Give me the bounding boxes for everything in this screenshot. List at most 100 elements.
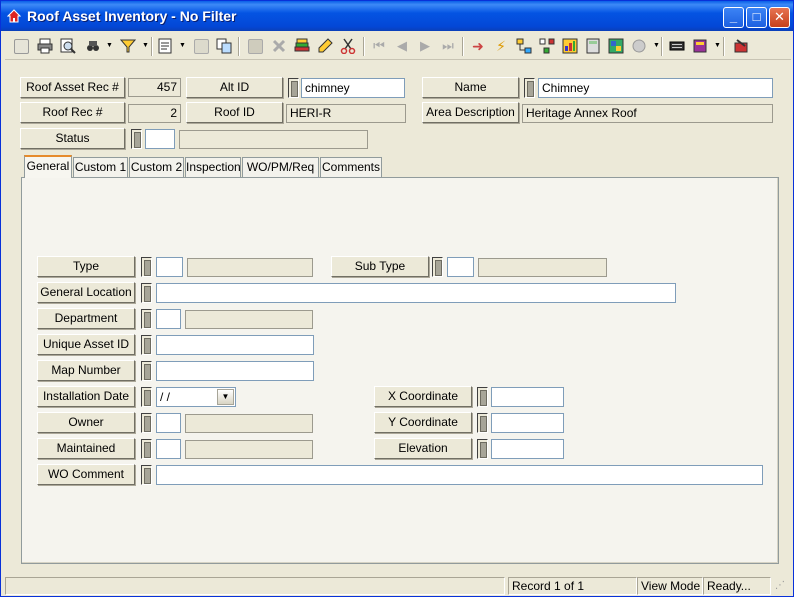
unique-asset-id-input[interactable] xyxy=(156,335,314,355)
tab-comments[interactable]: Comments xyxy=(320,157,382,177)
lightning-icon[interactable]: ⚡ xyxy=(491,36,511,56)
department-button[interactable]: Department xyxy=(37,308,135,329)
roof-asset-rec-button[interactable]: Roof Asset Rec # xyxy=(20,77,125,98)
status-button[interactable]: Status xyxy=(20,128,125,149)
chevron-down-icon[interactable]: ▼ xyxy=(217,389,234,405)
next-record-icon[interactable]: ▶ xyxy=(415,36,435,56)
books-icon[interactable] xyxy=(292,36,312,56)
status-indicator[interactable] xyxy=(131,129,142,149)
owner-indicator[interactable] xyxy=(141,413,152,433)
help-book-icon[interactable] xyxy=(690,36,710,56)
help-dropdown-icon[interactable]: ▼ xyxy=(714,42,721,49)
tab-custom-2[interactable]: Custom 2 xyxy=(129,157,184,177)
roof-rec-button[interactable]: Roof Rec # xyxy=(20,102,125,123)
x-coordinate-input[interactable] xyxy=(491,387,564,407)
department-code-input[interactable] xyxy=(156,309,181,329)
find-dropdown-icon[interactable]: ▼ xyxy=(106,42,113,49)
maintained-button[interactable]: Maintained xyxy=(37,438,135,459)
tab-inspection[interactable]: Inspection xyxy=(185,157,241,177)
copy-disabled-icon[interactable] xyxy=(191,36,211,56)
filter-icon[interactable] xyxy=(118,36,138,56)
save-disabled-icon[interactable] xyxy=(245,36,265,56)
x-coordinate-indicator[interactable] xyxy=(477,387,488,407)
map-icon[interactable] xyxy=(606,36,626,56)
cancel-disabled-icon[interactable] xyxy=(269,36,289,56)
title-bar[interactable]: Roof Asset Inventory - No Filter _ □ ✕ xyxy=(1,1,793,31)
minimize-button[interactable]: _ xyxy=(723,7,744,28)
y-coordinate-input[interactable] xyxy=(491,413,564,433)
type-indicator[interactable] xyxy=(141,257,152,277)
print-preview-icon[interactable] xyxy=(58,36,78,56)
owner-button[interactable]: Owner xyxy=(37,412,135,433)
unique-asset-id-button[interactable]: Unique Asset ID xyxy=(37,334,135,355)
installation-date-picker[interactable]: / / ▼ xyxy=(156,387,236,407)
exit-icon[interactable] xyxy=(731,36,751,56)
general-location-indicator[interactable] xyxy=(141,283,152,303)
resize-grip-icon[interactable]: ⋰ xyxy=(775,580,789,594)
find-icon[interactable] xyxy=(83,36,103,56)
name-button[interactable]: Name xyxy=(422,77,519,98)
report-dropdown-icon[interactable]: ▼ xyxy=(179,42,186,49)
y-coordinate-indicator[interactable] xyxy=(477,413,488,433)
unique-asset-id-indicator[interactable] xyxy=(141,335,152,355)
duplicate-icon[interactable] xyxy=(214,36,234,56)
type-code-input[interactable] xyxy=(156,257,183,277)
owner-code-input[interactable] xyxy=(156,413,181,433)
wo-comment-indicator[interactable] xyxy=(141,465,152,485)
cut-icon[interactable] xyxy=(338,36,358,56)
map-number-input[interactable] xyxy=(156,361,314,381)
area-description-value: Heritage Annex Roof xyxy=(522,104,773,123)
report-icon[interactable] xyxy=(155,36,175,56)
tab-wo-pm-req[interactable]: WO/PM/Req xyxy=(242,157,319,177)
owner-description xyxy=(185,414,313,433)
tree-icon[interactable] xyxy=(537,36,557,56)
installation-date-indicator[interactable] xyxy=(141,387,152,407)
map-number-button[interactable]: Map Number xyxy=(37,360,135,381)
sub-type-indicator[interactable] xyxy=(432,257,443,277)
type-button[interactable]: Type xyxy=(37,256,135,277)
name-input[interactable]: Chimney xyxy=(538,78,773,98)
y-coordinate-button[interactable]: Y Coordinate xyxy=(374,412,472,433)
alt-id-input[interactable]: chimney xyxy=(301,78,405,98)
keyboard-icon[interactable] xyxy=(667,36,687,56)
alt-id-button[interactable]: Alt ID xyxy=(186,77,283,98)
globe-disabled-icon[interactable] xyxy=(629,36,649,56)
print-icon[interactable] xyxy=(35,36,55,56)
maintained-indicator[interactable] xyxy=(141,439,152,459)
chart-icon[interactable] xyxy=(560,36,580,56)
department-indicator[interactable] xyxy=(141,309,152,329)
name-indicator[interactable] xyxy=(524,78,535,98)
general-location-input[interactable] xyxy=(156,283,676,303)
maintained-code-input[interactable] xyxy=(156,439,181,459)
sub-type-button[interactable]: Sub Type xyxy=(331,256,429,277)
calculator-icon[interactable] xyxy=(583,36,603,56)
elevation-indicator[interactable] xyxy=(477,439,488,459)
hierarchy-icon[interactable] xyxy=(514,36,534,56)
wo-comment-input[interactable] xyxy=(156,465,763,485)
toolbar: ▼ ▼ ▼ ⏮ ◀ ▶ ⏭ ➜ ⚡ ▼ ▼ xyxy=(5,34,791,60)
installation-date-button[interactable]: Installation Date xyxy=(37,386,135,407)
go-arrow-icon[interactable]: ➜ xyxy=(468,36,488,56)
elevation-input[interactable] xyxy=(491,439,564,459)
maximize-button[interactable]: □ xyxy=(746,7,767,28)
map-number-indicator[interactable] xyxy=(141,361,152,381)
close-button[interactable]: ✕ xyxy=(769,7,790,28)
first-record-icon[interactable]: ⏮ xyxy=(369,36,389,56)
roof-id-button[interactable]: Roof ID xyxy=(186,102,283,123)
elevation-button[interactable]: Elevation xyxy=(374,438,472,459)
edit-pencil-icon[interactable] xyxy=(315,36,335,56)
globe-dropdown-icon[interactable]: ▼ xyxy=(653,42,660,49)
general-location-button[interactable]: General Location xyxy=(37,282,135,303)
new-record-icon[interactable] xyxy=(11,36,31,56)
area-description-button[interactable]: Area Description xyxy=(422,102,519,123)
tab-custom-1[interactable]: Custom 1 xyxy=(73,157,128,177)
previous-record-icon[interactable]: ◀ xyxy=(392,36,412,56)
filter-dropdown-icon[interactable]: ▼ xyxy=(142,42,149,49)
sub-type-code-input[interactable] xyxy=(447,257,474,277)
last-record-icon[interactable]: ⏭ xyxy=(438,36,458,56)
alt-id-indicator[interactable] xyxy=(288,78,299,98)
x-coordinate-button[interactable]: X Coordinate xyxy=(374,386,472,407)
wo-comment-button[interactable]: WO Comment xyxy=(37,464,135,485)
tab-general[interactable]: General xyxy=(24,155,72,178)
status-code-input[interactable] xyxy=(145,129,175,149)
